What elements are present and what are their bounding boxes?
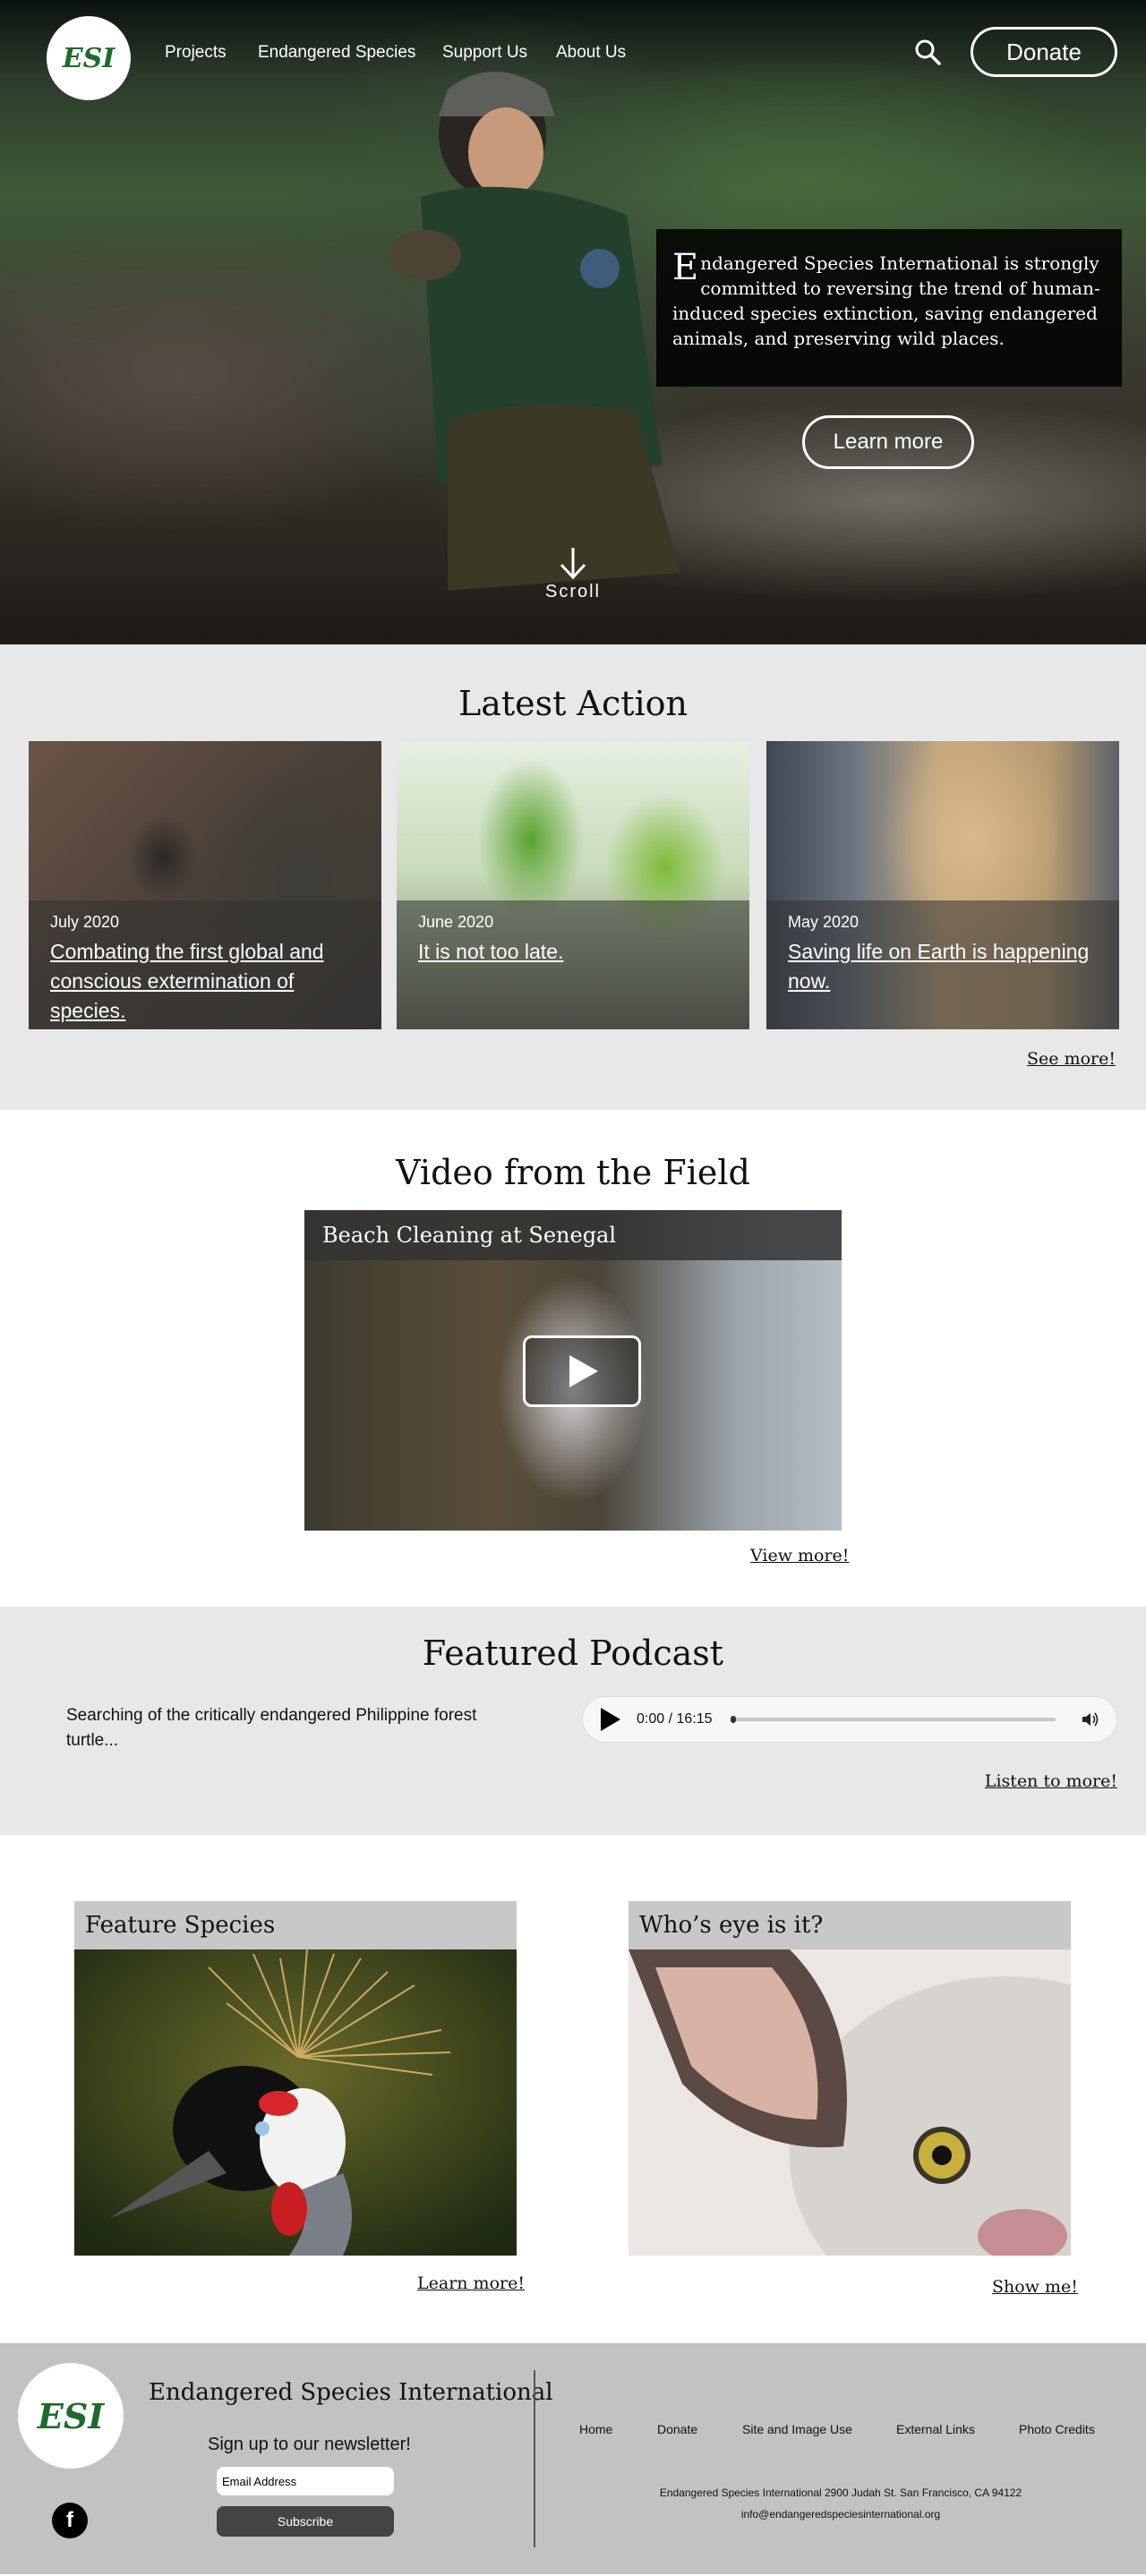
- crowned-crane-photo: [74, 1949, 517, 2256]
- card-overlay: July 2020 Combating the first global and…: [29, 900, 381, 1029]
- video-clip-title: Beach Cleaning at Senegal: [304, 1210, 842, 1260]
- arrow-down-icon: [560, 548, 586, 580]
- video-section: Video from the Field Beach Cleaning at S…: [0, 1110, 1146, 1607]
- card-overlay: June 2020 It is not too late.: [397, 900, 749, 1029]
- guess-eye-card[interactable]: Who’s eye is it?: [629, 1901, 1071, 2256]
- latest-action-section: Latest Action July 2020 Combating the fi…: [0, 644, 1146, 1110]
- feature-species-title: Feature Species: [74, 1901, 517, 1949]
- mission-statement: Endangered Species International is stro…: [656, 229, 1122, 387]
- audio-seek-knob[interactable]: [730, 1716, 736, 1723]
- podcast-section: Featured Podcast Searching of the critic…: [0, 1607, 1146, 1835]
- card-headline-link[interactable]: Saving life on Earth is happening now.: [788, 937, 1098, 996]
- nav-support-us[interactable]: Support Us: [442, 43, 527, 63]
- podcast-section-title: Featured Podcast: [422, 1633, 724, 1673]
- video-player[interactable]: Beach Cleaning at Senegal: [304, 1210, 842, 1531]
- card-headline-link[interactable]: Combating the first global and conscious…: [50, 937, 360, 1026]
- scroll-indicator[interactable]: Scroll: [528, 546, 618, 602]
- card-date: July 2020: [50, 913, 120, 931]
- logo-text: ESI: [62, 42, 115, 74]
- subscribe-button[interactable]: Subscribe: [217, 2506, 394, 2537]
- action-card[interactable]: May 2020 Saving life on Earth is happeni…: [766, 741, 1119, 1029]
- site-footer: ESI f Endangered Species International S…: [0, 2343, 1146, 2574]
- card-date: May 2020: [788, 913, 860, 931]
- video-section-title: Video from the Field: [396, 1153, 750, 1192]
- mission-drop-cap: E: [672, 247, 699, 288]
- action-card[interactable]: July 2020 Combating the first global and…: [29, 741, 381, 1029]
- listen-more-link[interactable]: Listen to more!: [985, 1771, 1117, 1791]
- volume-icon[interactable]: [1081, 1710, 1100, 1728]
- show-me-link[interactable]: Show me!: [992, 2277, 1078, 2297]
- footer-link-donate[interactable]: Donate: [657, 2422, 697, 2436]
- see-more-link[interactable]: See more!: [1027, 1049, 1116, 1069]
- logo-text: ESI: [37, 2395, 105, 2436]
- hero-section: ESI Projects Endangered Species Support …: [0, 0, 1146, 644]
- play-icon: [569, 1355, 598, 1387]
- guess-eye-title: Who’s eye is it?: [629, 1901, 1071, 1949]
- nav-about-us[interactable]: About Us: [556, 43, 626, 63]
- nav-projects[interactable]: Projects: [165, 43, 227, 63]
- main-nav: ESI Projects Endangered Species Support …: [0, 0, 1146, 104]
- footer-link-photo-credits[interactable]: Photo Credits: [1019, 2422, 1095, 2436]
- footer-link-site-image-use[interactable]: Site and Image Use: [742, 2422, 852, 2436]
- search-icon[interactable]: [913, 38, 942, 66]
- play-button[interactable]: [523, 1335, 641, 1407]
- footer-email[interactable]: info@endangeredspeciesinternational.org: [535, 2508, 1146, 2521]
- scroll-label: Scroll: [544, 582, 601, 601]
- donate-button[interactable]: Donate: [971, 27, 1117, 77]
- card-headline-link[interactable]: It is not too late.: [418, 937, 728, 967]
- mission-text: ndangered Species International is stron…: [672, 252, 1100, 349]
- footer-org-name: Endangered Species International: [149, 2379, 553, 2406]
- learn-more-button[interactable]: Learn more: [802, 415, 974, 469]
- newsletter-label: Sign up to our newsletter!: [208, 2435, 411, 2454]
- footer-address: Endangered Species International 2900 Ju…: [659, 2486, 1022, 2499]
- play-icon[interactable]: [599, 1707, 622, 1732]
- card-date: June 2020: [418, 913, 494, 931]
- latest-action-title: Latest Action: [458, 684, 688, 723]
- species-learn-more-link[interactable]: Learn more!: [417, 2273, 525, 2293]
- audio-player: 0:00 / 16:15: [582, 1696, 1117, 1743]
- podcast-description: Searching of the critically endangered P…: [66, 1706, 477, 1750]
- footer-logo[interactable]: ESI: [18, 2363, 124, 2469]
- facebook-icon[interactable]: f: [52, 2503, 88, 2538]
- view-more-link[interactable]: View more!: [750, 1546, 849, 1565]
- feature-species-card[interactable]: Feature Species: [74, 1901, 517, 2256]
- audio-time: 0:00 / 16:15: [637, 1711, 713, 1727]
- card-overlay: May 2020 Saving life on Earth is happeni…: [766, 900, 1119, 1029]
- footer-link-external-links[interactable]: External Links: [896, 2422, 975, 2436]
- features-section: Feature Species Learn more! Who’s eye is…: [0, 1835, 1146, 2343]
- audio-seek-bar[interactable]: [730, 1716, 1056, 1723]
- aye-aye-photo: [629, 1949, 1071, 2256]
- footer-divider: [534, 2370, 535, 2547]
- newsletter-email-input[interactable]: [217, 2467, 394, 2495]
- nav-endangered-species[interactable]: Endangered Species: [258, 43, 415, 63]
- site-logo[interactable]: ESI: [47, 16, 131, 100]
- action-card[interactable]: June 2020 It is not too late.: [397, 741, 749, 1029]
- footer-link-home[interactable]: Home: [579, 2422, 612, 2436]
